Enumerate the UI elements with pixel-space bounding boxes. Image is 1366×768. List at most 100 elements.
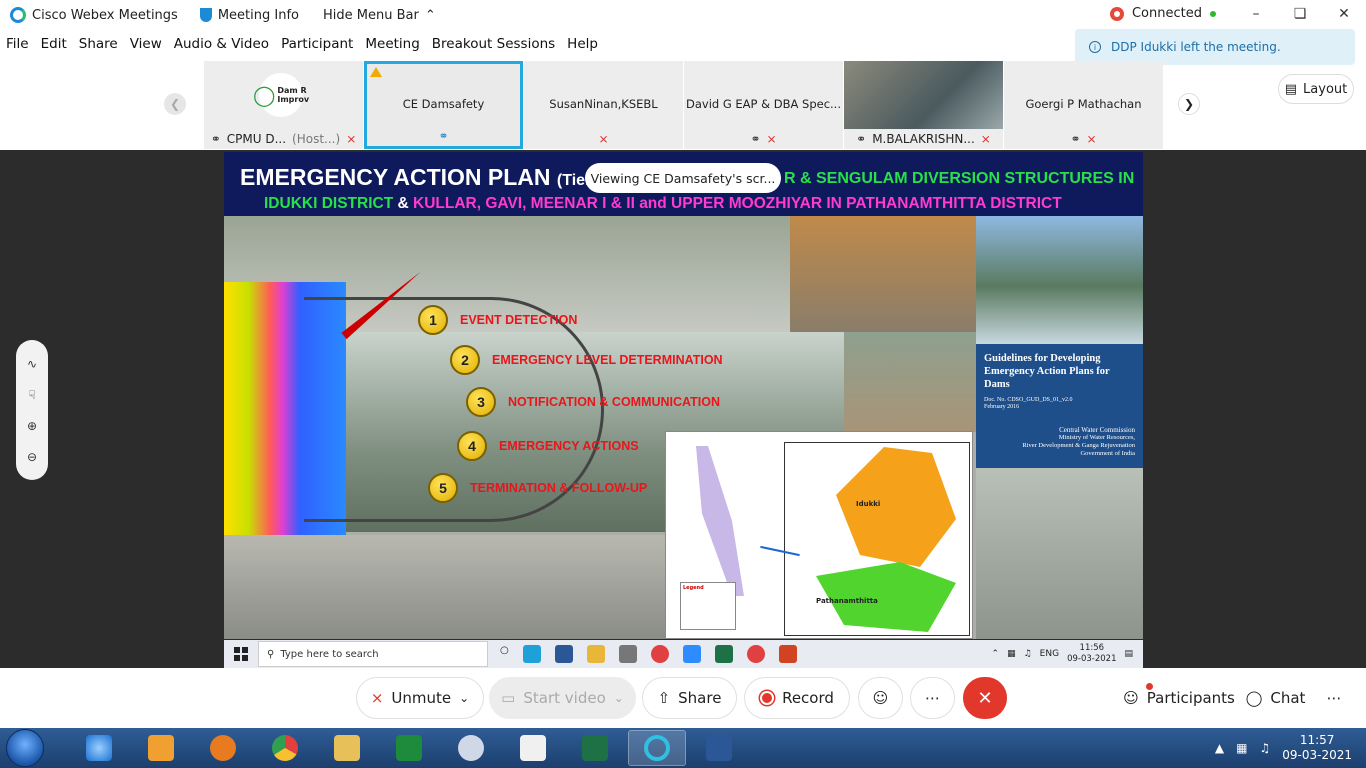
step-item: 3 NOTIFICATION & COMMUNICATION bbox=[466, 387, 720, 417]
system-clock[interactable]: 11:57 09-03-2021 bbox=[1282, 733, 1352, 763]
menu-help[interactable]: Help bbox=[561, 36, 604, 56]
taskbar-ie[interactable] bbox=[70, 730, 128, 766]
dam-gates-photo bbox=[976, 216, 1143, 344]
dam-photo bbox=[844, 332, 976, 432]
outlook-icon bbox=[148, 735, 174, 761]
network-icon[interactable]: ▦ bbox=[1236, 741, 1247, 755]
tray-arrow-icon[interactable]: ▲ bbox=[1215, 741, 1224, 755]
chat-button[interactable]: ◯ Chat bbox=[1238, 677, 1313, 719]
taskbar-outlook[interactable] bbox=[132, 730, 190, 766]
chrome-icon bbox=[746, 645, 765, 663]
participants-button[interactable]: ☺ Participants bbox=[1120, 677, 1238, 719]
os-taskbar: ▲ ▦ ♫ 11:57 09-03-2021 bbox=[0, 728, 1366, 768]
muted-mic-icon: ⨯ bbox=[980, 132, 991, 146]
zoom-icon bbox=[682, 645, 701, 663]
taskbar-media-player[interactable] bbox=[194, 730, 252, 766]
strip-prev-button[interactable]: ❮ bbox=[164, 93, 186, 115]
taskbar-chrome[interactable] bbox=[256, 730, 314, 766]
folder-icon bbox=[586, 645, 605, 663]
participant-tile-active[interactable]: CE Damsafety ⚭ bbox=[364, 61, 523, 149]
muted-mic-icon: ⨯ bbox=[346, 132, 357, 146]
minimize-icon[interactable]: – bbox=[1234, 0, 1278, 28]
excel-icon bbox=[714, 645, 733, 663]
shared-slide: EMERGENCY ACTION PLAN (Tier R & SENGULAM… bbox=[224, 152, 1143, 639]
hide-menu-bar-button[interactable]: Hide Menu Bar ⌃ bbox=[323, 8, 436, 23]
leave-meeting-button[interactable]: ✕ bbox=[963, 677, 1007, 719]
taskbar-word[interactable] bbox=[690, 730, 748, 766]
muted-mic-icon: ⨯ bbox=[370, 689, 384, 707]
participant-tile[interactable]: ◯ Dam R Improv ⚭ CPMU D... (Host...) ⨯ bbox=[204, 61, 363, 149]
excel-icon bbox=[582, 735, 608, 761]
participant-tile-video[interactable]: ⚭ M.BALAKRISHN... ⨯ bbox=[844, 61, 1003, 149]
spillway-photo bbox=[224, 535, 665, 639]
notification-icon: ▤ bbox=[1124, 649, 1133, 659]
taskbar-snipping[interactable] bbox=[442, 730, 500, 766]
menu-edit[interactable]: Edit bbox=[35, 36, 73, 56]
connected-dot-icon bbox=[1210, 10, 1216, 17]
person-icon: ☺ bbox=[1123, 689, 1139, 707]
more-panels-button[interactable]: ⋯ bbox=[1316, 677, 1352, 719]
shared-screen-taskbar: ⚲ Type here to search ○ ⌃ ▦ ♫ ENG 11:56 … bbox=[224, 640, 1143, 668]
menu-breakout-sessions[interactable]: Breakout Sessions bbox=[426, 36, 561, 56]
participant-tile[interactable]: Goergi P Mathachan ⚭ ⨯ bbox=[1004, 61, 1163, 149]
taskbar-app[interactable] bbox=[380, 730, 438, 766]
participant-tile[interactable]: David G EAP & DBA Spec... ⚭ ⨯ bbox=[684, 61, 843, 149]
window-controls: – ❏ ✕ bbox=[1234, 0, 1366, 28]
step-item: 2 EMERGENCY LEVEL DETERMINATION bbox=[450, 345, 723, 375]
annotate-pen-icon[interactable]: ∿ bbox=[27, 357, 37, 371]
taskbar-reader[interactable] bbox=[504, 730, 562, 766]
meeting-info-button[interactable]: Meeting Info bbox=[199, 8, 299, 23]
notification-toast: i DDP Idukki left the meeting. bbox=[1075, 29, 1355, 65]
menu-bar: File Edit Share View Audio & Video Parti… bbox=[0, 36, 604, 56]
strip-next-button[interactable]: ❯ bbox=[1178, 93, 1200, 115]
taskbar-explorer[interactable] bbox=[318, 730, 376, 766]
chat-bubble-icon: ◯ bbox=[1245, 689, 1263, 707]
layout-button[interactable]: ▤ Layout bbox=[1278, 74, 1354, 104]
close-icon[interactable]: ✕ bbox=[1322, 0, 1366, 28]
chevron-down-icon[interactable]: ⌄ bbox=[459, 691, 469, 705]
volume-icon: ♫ bbox=[1023, 649, 1032, 659]
tray-arrow-icon: ⌃ bbox=[991, 649, 1000, 659]
chrome-icon bbox=[272, 735, 298, 761]
menu-share[interactable]: Share bbox=[73, 36, 124, 56]
participant-tile[interactable]: SusanNinan,KSEBL ⨯ bbox=[524, 61, 683, 149]
media-player-icon bbox=[210, 735, 236, 761]
volume-icon[interactable]: ♫ bbox=[1259, 741, 1270, 755]
word-icon bbox=[706, 735, 732, 761]
kerala-map-shape bbox=[696, 446, 744, 596]
zoom-in-icon[interactable]: ⊕ bbox=[27, 419, 37, 433]
notification-dot-icon bbox=[1146, 683, 1153, 690]
chevron-down-icon[interactable]: ⌄ bbox=[614, 691, 624, 705]
headset-active-icon: ⚭ bbox=[438, 129, 449, 143]
taskbar-excel[interactable] bbox=[566, 730, 624, 766]
task-view-icon: ○ bbox=[500, 645, 509, 656]
menu-file[interactable]: File bbox=[0, 36, 35, 56]
start-video-button[interactable]: ▭ Start video ⌄ bbox=[489, 677, 636, 719]
menu-meeting[interactable]: Meeting bbox=[359, 36, 425, 56]
menu-view[interactable]: View bbox=[124, 36, 168, 56]
map-legend: Legend bbox=[680, 582, 736, 630]
menu-participant[interactable]: Participant bbox=[275, 36, 359, 56]
start-button[interactable] bbox=[6, 729, 44, 767]
warning-icon bbox=[370, 67, 382, 77]
powerpoint-icon bbox=[778, 645, 797, 663]
dam-photo bbox=[976, 468, 1143, 639]
maximize-icon[interactable]: ❏ bbox=[1278, 0, 1322, 28]
reactions-button[interactable]: ☺ bbox=[858, 677, 903, 719]
avatar: ◯ Dam R Improv bbox=[253, 73, 309, 117]
district-map: Idukki Pathanamthitta Legend bbox=[665, 431, 973, 639]
record-icon bbox=[760, 691, 775, 705]
zoom-out-icon[interactable]: ⊖ bbox=[27, 450, 37, 464]
record-button[interactable]: Record bbox=[744, 677, 850, 719]
menu-audio-video[interactable]: Audio & Video bbox=[168, 36, 275, 56]
unmute-button[interactable]: ⨯ Unmute ⌄ bbox=[356, 677, 484, 719]
info-icon: i bbox=[1089, 41, 1101, 53]
headset-icon: ⚭ bbox=[856, 132, 867, 146]
hand-icon[interactable]: ☟ bbox=[28, 388, 35, 402]
windows-start-icon bbox=[234, 647, 248, 661]
taskbar-webex[interactable] bbox=[628, 730, 686, 766]
edge-icon bbox=[522, 645, 541, 663]
viewing-share-label[interactable]: Viewing CE Damsafety's scr... bbox=[585, 163, 781, 193]
share-button[interactable]: ⇧ Share bbox=[642, 677, 737, 719]
more-options-button[interactable]: ⋯ bbox=[910, 677, 955, 719]
